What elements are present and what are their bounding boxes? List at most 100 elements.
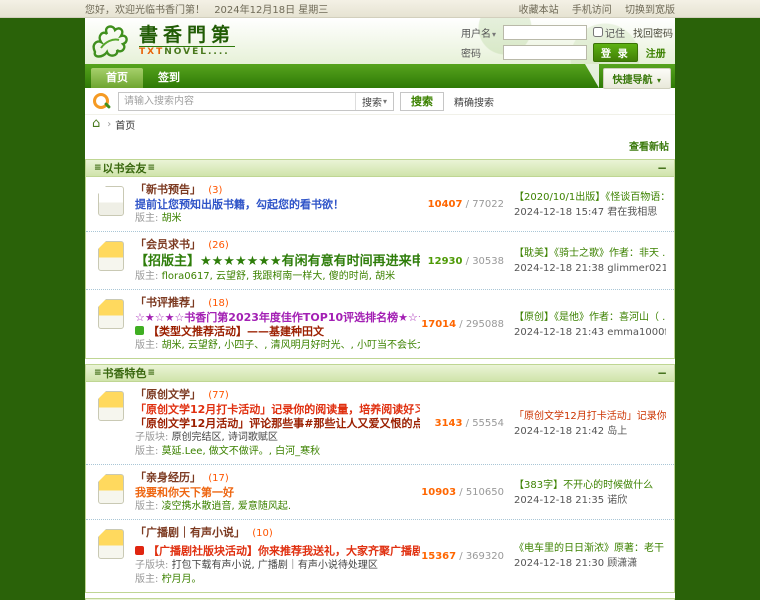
moderator-links[interactable]: 柠月月。 (162, 574, 202, 585)
thread-count: 3143 (434, 418, 463, 429)
section-title[interactable]: 以书会友 (103, 160, 147, 176)
forum-stats: 10407 / 77022 (427, 199, 504, 210)
last-post-link[interactable]: 《电车里的日日渐浓》原著：老干 ... (514, 542, 666, 555)
greeting: 您好，欢迎光临书香门第！ (85, 5, 205, 16)
forum-icon[interactable] (98, 474, 124, 504)
section-deco-right: ≡ (147, 368, 156, 378)
forum-stats: 10903 / 510650 (421, 487, 504, 498)
password-field[interactable] (503, 44, 587, 60)
last-post-link[interactable]: 【383字】不开心的时候做什么 (514, 479, 666, 492)
moderator-links[interactable]: 莫延.Lee, 做文不做评。, 白河_寒秋 (162, 446, 321, 457)
thread-count: 17014 (421, 319, 457, 330)
moderator-links[interactable]: 胡米 (162, 213, 182, 224)
forum-icon[interactable] (98, 186, 124, 216)
forum-row: 「亲身经历」 (17) 我要和你天下第一好 版主: 凌空携水散逍音, 爱意随风起… (86, 465, 674, 520)
post-count: 55554 (472, 418, 504, 429)
login-panel: 用户名▾ 记住 找回密码 密码 登 录 注册 (461, 24, 673, 64)
moderator-label: 版主: (135, 446, 159, 457)
section-deco-left: ≡ (94, 368, 102, 378)
forum-stats: 15367 / 369320 (421, 550, 504, 562)
forum-name-link[interactable]: 「新书预告」 (135, 183, 201, 196)
last-post-meta: 2024-12-18 21:38 glimmer0217 (514, 263, 666, 274)
view-new-posts-link[interactable]: 查看新帖 (629, 142, 669, 153)
forum-description[interactable]: 「原创文学12月活动」评论那些事#那些让人又爱又恨的点评# (135, 417, 420, 431)
forum-icon[interactable] (98, 241, 124, 271)
remember-checkbox[interactable] (593, 27, 603, 37)
forum-name-link[interactable]: 「原创文学」 (135, 388, 201, 401)
forum-icon[interactable] (98, 529, 124, 559)
nav-notch-decoration (585, 64, 599, 88)
tab-home[interactable]: 首页 (91, 68, 143, 88)
forum-name-link[interactable]: 「书评推荐」 (135, 296, 201, 309)
last-post-link[interactable]: 【原创】《是他》作者：喜河山（ ... (514, 311, 666, 324)
search-input[interactable] (119, 92, 355, 110)
subforum-label: 子版块: (135, 559, 169, 571)
main-nav: 首页 签到 快捷导航 ▾ (85, 64, 675, 89)
topbar: 您好，欢迎光临书香门第！ 2024年12月18日 星期三 收藏本站 手机访问 切… (0, 0, 760, 18)
moderator-links[interactable]: 胡米, 云望舒, 小四子、, 清风明月好时光、, 小叮当不会长大 (162, 340, 420, 351)
moderator-line: 版主: 柠月月。 (135, 573, 420, 587)
username-label: 用户名▾ (461, 28, 497, 40)
moderator-links[interactable]: 凌空携水散逍音, 爱意随风起. (162, 501, 292, 512)
forum-description[interactable]: 【广播剧社版块活动】你来推荐我送礼，大家齐聚广播剧！HOT (135, 541, 420, 559)
forum-description[interactable]: 【招版主】★★★★★★★有闲有意有时间再进来申请★★★★★★★ (135, 253, 420, 270)
post-count: 510650 (465, 487, 504, 498)
moderator-label: 版主: (135, 340, 159, 351)
breadcrumb-separator: › (107, 118, 112, 130)
forum-icon[interactable] (98, 391, 124, 421)
tab-checkin[interactable]: 签到 (143, 68, 195, 88)
today-post-count: (3) (208, 185, 223, 196)
forum-description[interactable]: 提前让您预知出版书籍，勾起您的看书欲！ (135, 198, 420, 212)
subforum-links[interactable]: 打包下载有声小说, 广播剧｜有声小说待处理区 (172, 560, 378, 571)
chevron-down-icon: ▾ (383, 96, 388, 106)
subforum-links[interactable]: 原创完结区, 诗词歌赋区 (172, 432, 278, 443)
search-scope-dropdown[interactable]: 搜索 ▾ (355, 92, 393, 110)
moderator-line: 版主: 胡米, 云望舒, 小四子、, 清风明月好时光、, 小叮当不会长大 (135, 339, 420, 353)
subforum-label: 子版块: (135, 432, 169, 443)
forum-description[interactable]: 「原创文学12月打卡活动」记录你的阅读量，培养阅读好习惯#为你的阅读打个卡吧# (135, 403, 420, 417)
last-post-meta: 2024-12-18 15:47 君在我相思 (514, 206, 658, 218)
login-button[interactable]: 登 录 (593, 42, 638, 62)
last-post-link[interactable]: 「原创文学12月打卡活动」记录你 ... (514, 410, 666, 423)
section-header: ≡ 书香特色 ≡ − (86, 365, 674, 382)
collapse-button[interactable]: − (657, 366, 667, 380)
switch-wide-link[interactable]: 切换到宽版 (625, 5, 675, 16)
quick-nav-button[interactable]: 快捷导航 ▾ (602, 68, 671, 89)
username-dropdown-caret[interactable]: ▾ (492, 30, 496, 39)
forum-section: ≡ 书香特色 ≡ − 「原创文学」 (77) 「原创文学12月打卡活动」记录你的… (85, 364, 675, 593)
collapse-button[interactable]: − (657, 161, 667, 175)
section-title[interactable]: 书香特色 (103, 365, 147, 381)
forum-description[interactable]: 【类型文推荐活动】——基建种田文 (135, 325, 420, 339)
thread-count: 10903 (421, 487, 457, 498)
username-field[interactable] (503, 24, 587, 40)
forum-stats: 12930 / 30538 (427, 255, 504, 267)
forgot-password-link[interactable]: 找回密码 (633, 25, 673, 40)
thread-count: 15367 (421, 550, 457, 562)
last-post-link[interactable]: 【2020/10/1出版】《怪谈百物语： ... (514, 191, 666, 204)
view-new-posts-row: 查看新帖 (85, 133, 675, 159)
forum-icon[interactable] (98, 299, 124, 329)
forum-name-link[interactable]: 「亲身经历」 (135, 471, 201, 484)
forum-row: 「新书预告」 (3) 提前让您预知出版书籍，勾起您的看书欲！ 版主: 胡米 10… (86, 177, 674, 232)
today-post-count: (26) (208, 240, 229, 251)
advanced-search-link[interactable]: 精确搜索 (454, 94, 494, 109)
site-header: 書香門第 TXTNOVEL.... 用户名▾ 记住 找回密码 密码 登 录 注册 (85, 18, 675, 64)
section-deco-left: ≡ (94, 163, 102, 173)
register-link[interactable]: 注册 (646, 45, 666, 60)
post-count: 30538 (472, 255, 504, 267)
moderator-links[interactable]: flora0617, 云望舒, 我跟柯南一样大, 傻的时尚, 胡米 (162, 271, 396, 282)
last-post-link[interactable]: 【耽美】《骑士之歌》作者：非天 ... (514, 247, 666, 260)
search-bar: 搜索▾ 搜索 精确搜索 (85, 88, 675, 115)
forum-description[interactable]: ☆★☆★☆书香门第2023年度佳作TOP10评选排名榜★☆★☆★ (135, 311, 420, 325)
site-logo[interactable]: 書香門第 TXTNOVEL.... (85, 22, 236, 60)
forum-name-link[interactable]: 「广播剧｜有声小说」 (135, 526, 245, 539)
bookmark-site-link[interactable]: 收藏本站 (519, 5, 559, 16)
hot-icon (135, 545, 144, 555)
section-header: ≡ 以书会友 ≡ − (86, 160, 674, 177)
breadcrumb-home-link[interactable]: 首页 (115, 117, 135, 132)
search-button[interactable]: 搜索 (400, 91, 445, 111)
mobile-access-link[interactable]: 手机访问 (572, 5, 612, 16)
home-icon[interactable]: ⌂ (92, 117, 100, 130)
forum-description[interactable]: 我要和你天下第一好 (135, 486, 420, 500)
forum-name-link[interactable]: 「会员求书」 (135, 238, 201, 251)
